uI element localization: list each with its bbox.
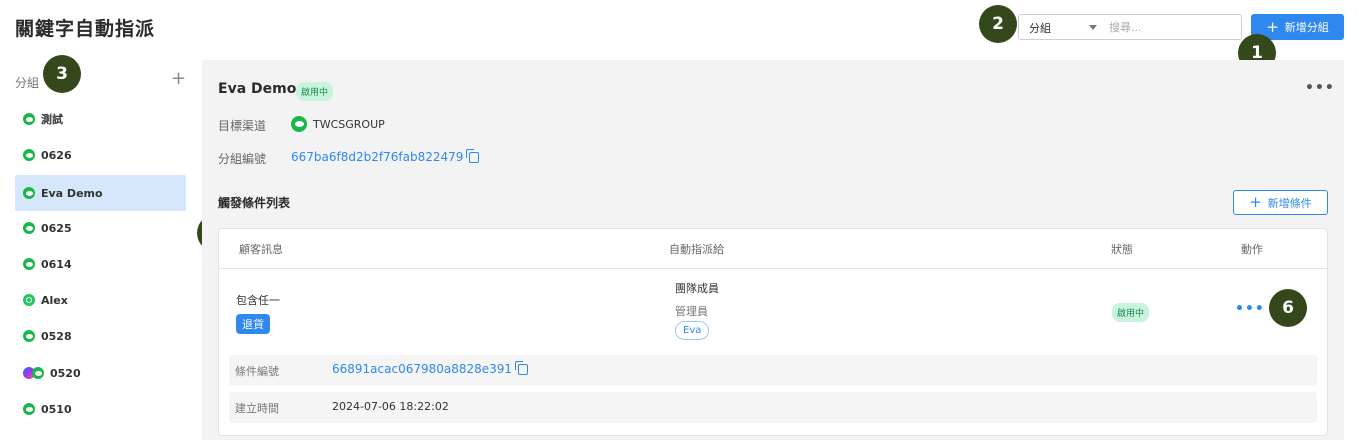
copy-icon[interactable]: [466, 148, 480, 163]
group-filter: 分組: [1018, 14, 1242, 40]
line-icon: [23, 403, 35, 415]
conditions-table: 顧客訊息 自動指派給 狀態 動作 包含任一 退貨 團隊成員 管理員 Eva 啟用…: [218, 228, 1328, 436]
plus-icon: +: [1266, 17, 1279, 36]
sidebar-item-label: Eva Demo: [41, 186, 103, 200]
sidebar-item[interactable]: 0528: [15, 318, 186, 354]
line-icon: [23, 113, 35, 125]
condition-id[interactable]: 66891acac067980a8828e391: [332, 360, 529, 376]
add-condition-button[interactable]: + 新增條件: [1233, 190, 1328, 215]
sidebar-item-active[interactable]: Eva Demo: [15, 175, 186, 211]
sidebar-item[interactable]: 0510: [15, 391, 186, 427]
search-input[interactable]: [1109, 16, 1237, 38]
line-icon: [32, 367, 44, 379]
group-name: Eva Demo: [218, 81, 297, 97]
created-at: 2024-07-06 18:22:02: [332, 400, 449, 413]
group-id[interactable]: 667ba6f8d2b2f76fab822479: [291, 148, 480, 164]
divider: [219, 268, 1327, 269]
group-id-value: 667ba6f8d2b2f76fab822479: [291, 150, 464, 164]
filter-select[interactable]: 分組: [1029, 20, 1051, 36]
add-group-label: 新增分組: [1284, 21, 1329, 34]
group-id-label: 分組編號: [218, 152, 267, 166]
add-condition-label: 新增條件: [1267, 196, 1312, 210]
sidebar-item-label: 測試: [41, 113, 63, 126]
assign-role: 管理員: [675, 305, 708, 318]
line-icon: [23, 222, 35, 234]
marker-3: 3: [43, 55, 81, 93]
channel-value: TWCSGROUP: [291, 116, 385, 132]
condition-type: 包含任一: [236, 294, 280, 307]
condition-id-label: 條件編號: [235, 365, 279, 378]
column-header-status: 狀態: [1111, 243, 1133, 256]
plus-icon: +: [1249, 193, 1262, 211]
column-header-message: 顧客訊息: [239, 243, 283, 256]
more-horizontal-icon[interactable]: •••: [1235, 301, 1265, 317]
sidebar-item-label: 0520: [50, 366, 81, 380]
sidebar-item[interactable]: 0626: [15, 137, 186, 173]
line-icon: [23, 258, 35, 270]
created-at-row: 建立時間 2024-07-06 18:22:02: [229, 392, 1317, 423]
whatsapp-icon: [23, 294, 35, 306]
sidebar-item[interactable]: 測試: [15, 101, 186, 137]
sidebar-item-label: 0625: [41, 221, 72, 235]
sidebar-item-label: Alex: [41, 293, 68, 307]
marker-6: 6: [1269, 289, 1307, 327]
multi-channel-icon: [23, 367, 44, 379]
line-icon: [23, 330, 35, 342]
channel-name: TWCSGROUP: [313, 117, 385, 131]
sidebar-item[interactable]: Alex: [15, 282, 186, 318]
condition-id-row: 條件編號 66891acac067980a8828e391: [229, 355, 1317, 386]
status-badge: 啟用中: [296, 82, 334, 101]
plus-icon[interactable]: +: [171, 68, 186, 89]
status-badge: 啟用中: [1112, 303, 1150, 322]
sidebar-item[interactable]: 0520: [15, 355, 186, 391]
copy-icon[interactable]: [515, 360, 529, 375]
line-icon: [23, 149, 35, 161]
sidebar-item-label: 0614: [41, 257, 72, 271]
sidebar-header: 分組: [15, 76, 40, 90]
line-icon: [291, 116, 307, 132]
conditions-title: 觸發條件列表: [218, 196, 291, 210]
sidebar-item[interactable]: 0625: [15, 210, 186, 246]
page-title: 關鍵字自動指派: [15, 18, 156, 40]
created-label: 建立時間: [235, 402, 279, 415]
column-header-action: 動作: [1241, 243, 1263, 256]
assign-type: 團隊成員: [675, 282, 719, 295]
sidebar-item-label: 0626: [41, 148, 72, 162]
keyword-tag: 退貨: [236, 314, 270, 334]
caret-down-icon[interactable]: [1089, 25, 1097, 30]
sidebar-item[interactable]: 0614: [15, 246, 186, 282]
sidebar-item-label: 0510: [41, 402, 72, 416]
condition-id-value: 66891acac067980a8828e391: [332, 362, 513, 376]
assign-user-tag: Eva: [675, 321, 710, 340]
sidebar-item-label: 0528: [41, 329, 72, 343]
marker-2: 2: [979, 5, 1017, 43]
column-header-assign: 自動指派給: [669, 243, 724, 256]
channel-label: 目標渠道: [218, 119, 267, 133]
more-horizontal-icon[interactable]: •••: [1305, 80, 1335, 96]
line-icon: [23, 187, 35, 199]
